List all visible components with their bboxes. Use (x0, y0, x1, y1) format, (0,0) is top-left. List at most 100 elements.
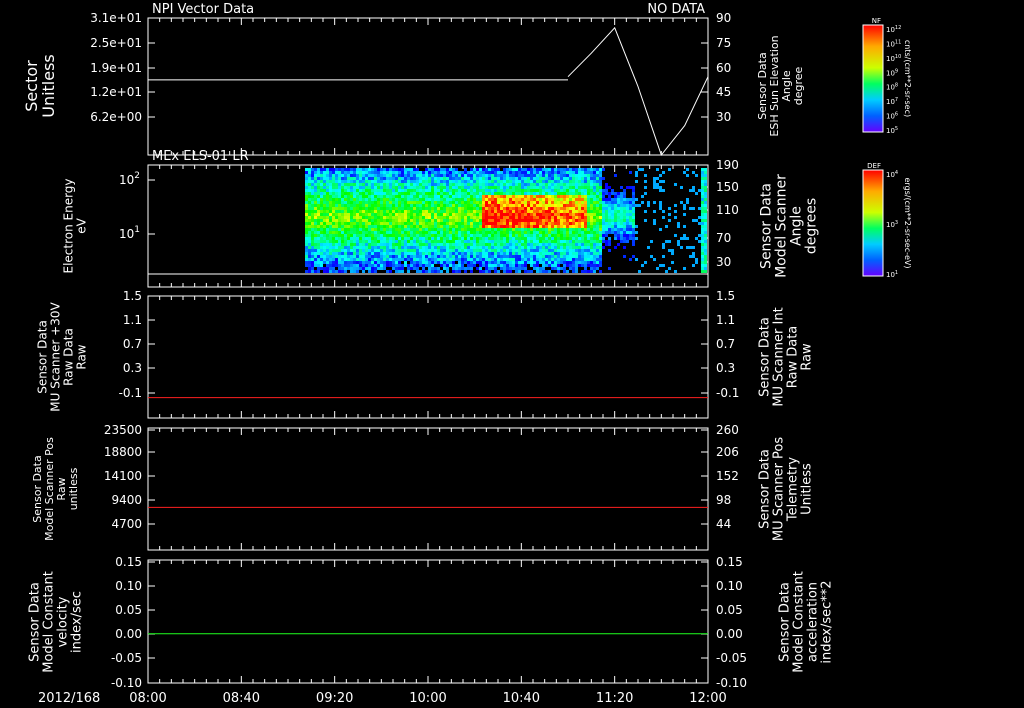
spectrogram-cell (434, 234, 437, 237)
spectrogram-cell (524, 240, 527, 243)
left-y-tick-label: -0.10 (111, 676, 142, 690)
spectrogram-cell (554, 219, 557, 222)
spectrogram-cell (431, 192, 434, 195)
spectrogram-cell (599, 195, 602, 198)
spectrogram-cell (677, 225, 680, 228)
spectrogram-cell (383, 222, 386, 225)
spectrogram-cell (431, 198, 434, 201)
spectrogram-cell (389, 246, 392, 249)
spectrogram-cell (377, 216, 380, 219)
spectrogram-cell (704, 255, 707, 258)
spectrogram-cell (467, 180, 470, 183)
spectrogram-cell (605, 198, 608, 201)
spectrogram-cell (557, 234, 560, 237)
spectrogram-cell (329, 180, 332, 183)
spectrogram-cell (608, 204, 611, 207)
spectrogram-cell (479, 222, 482, 225)
spectrogram-cell (617, 222, 620, 225)
spectrogram-cell (413, 267, 416, 270)
spectrogram-cell (422, 201, 425, 204)
right-y-tick-label: 1.5 (716, 289, 735, 303)
spectrogram-cell (407, 171, 410, 174)
spectrogram-cell (314, 168, 317, 171)
spectrogram-cell (503, 264, 506, 267)
spectrogram-cell (395, 240, 398, 243)
spectrogram-cell (410, 216, 413, 219)
spectrogram-cell (647, 246, 650, 249)
spectrogram-cell (500, 222, 503, 225)
spectrogram-cell (494, 231, 497, 234)
spectrogram-cell (617, 237, 620, 240)
spectrogram-cell (374, 195, 377, 198)
spectrogram-cell (521, 168, 524, 171)
spectrogram-cell (572, 180, 575, 183)
panel-3-left-axis-label-line: Raw Data (62, 328, 76, 386)
spectrogram-cell (404, 252, 407, 255)
spectrogram-cell (395, 228, 398, 231)
spectrogram-cell (347, 177, 350, 180)
spectrogram-cell (653, 177, 656, 180)
spectrogram-cell (596, 207, 599, 210)
spectrogram-cell (500, 231, 503, 234)
spectrogram-cell (398, 204, 401, 207)
spectrogram-cell (548, 180, 551, 183)
spectrogram-cell (443, 222, 446, 225)
spectrogram-cell (356, 186, 359, 189)
spectrogram-cell (629, 258, 632, 261)
spectrogram-cell (575, 243, 578, 246)
spectrogram-cell (497, 189, 500, 192)
spectrogram-cell (602, 231, 605, 234)
spectrogram-cell (587, 261, 590, 264)
spectrogram-cell (515, 225, 518, 228)
spectrogram-cell (434, 270, 437, 273)
spectrogram-cell (353, 198, 356, 201)
spectrogram-cell (362, 225, 365, 228)
spectrogram-cell (596, 219, 599, 222)
spectrogram-cell (368, 240, 371, 243)
spectrogram-cell (398, 255, 401, 258)
right-y-tick-label: 98 (716, 493, 731, 507)
spectrogram-cell (329, 213, 332, 216)
spectrogram-cell (320, 210, 323, 213)
spectrogram-cell (323, 180, 326, 183)
spectrogram-cell (422, 270, 425, 273)
spectrogram-cell (440, 255, 443, 258)
spectrogram-cell (524, 189, 527, 192)
spectrogram-cell (659, 207, 662, 210)
spectrogram-cell (416, 168, 419, 171)
spectrogram-cell (395, 219, 398, 222)
spectrogram-cell (461, 204, 464, 207)
spectrogram-cell (593, 240, 596, 243)
spectrogram-cell (623, 192, 626, 195)
spectrogram-cell (590, 207, 593, 210)
panel-4-right-axis-label-line: Telemetry (786, 457, 801, 522)
spectrogram-cell (632, 231, 635, 234)
spectrogram-cell (485, 252, 488, 255)
spectrogram-cell (458, 186, 461, 189)
spectrogram-cell (521, 189, 524, 192)
spectrogram-cell (629, 228, 632, 231)
spectrogram-cell (527, 249, 530, 252)
spectrogram-cell (524, 237, 527, 240)
spectrogram-cell (626, 207, 629, 210)
spectrogram-cell (560, 210, 563, 213)
spectrogram-cell (623, 219, 626, 222)
spectrogram-cell (632, 204, 635, 207)
spectrogram-cell (461, 177, 464, 180)
spectrogram-cell (578, 192, 581, 195)
spectrogram-cell (569, 192, 572, 195)
spectrogram-cell (623, 231, 626, 234)
spectrogram-cell (386, 210, 389, 213)
spectrogram-cell (320, 207, 323, 210)
spectrogram-cell (452, 258, 455, 261)
spectrogram-cell (632, 192, 635, 195)
spectrogram-cell (371, 249, 374, 252)
spectrogram-cell (536, 171, 539, 174)
spectrogram-cell (371, 225, 374, 228)
spectrogram-cell (461, 186, 464, 189)
spectrogram-cell (656, 267, 659, 270)
spectrogram-cell (512, 204, 515, 207)
spectrogram-cell (446, 258, 449, 261)
spectrogram-cell (599, 192, 602, 195)
spectrogram-cell (551, 216, 554, 219)
